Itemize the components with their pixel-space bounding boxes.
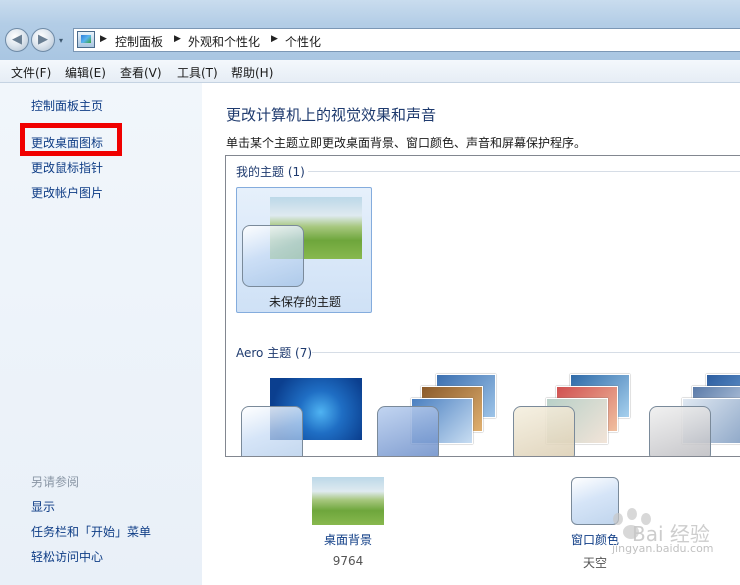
ease-of-access-link[interactable]: 轻松访问中心 (31, 548, 103, 565)
address-bar[interactable]: ▶ 控制面板 ▶ 外观和个性化 ▶ 个性化 (73, 28, 740, 52)
chevron-right-icon[interactable]: ▶ (271, 34, 278, 44)
back-button[interactable]: ◀ (5, 28, 29, 52)
change-account-picture-link[interactable]: 更改帐户图片 (31, 184, 103, 201)
watermark-url: jingyan.baidu.com (612, 542, 714, 555)
breadcrumb-control-panel[interactable]: 控制面板 (115, 33, 163, 50)
recent-pages-chevron-icon[interactable]: ▾ (59, 36, 68, 45)
red-highlight-box (20, 123, 122, 156)
display-link[interactable]: 显示 (31, 498, 55, 515)
theme-gallery[interactable]: 我的主题 (1) 未保存的主题 Aero 主题 (7) (225, 155, 740, 457)
desktop-background-link[interactable]: 桌面背景 (298, 531, 398, 548)
breadcrumb-appearance[interactable]: 外观和个性化 (188, 33, 260, 50)
control-panel-icon (77, 31, 95, 48)
menu-help[interactable]: 帮助(H) (231, 64, 273, 81)
chevron-right-icon[interactable]: ▶ (174, 34, 181, 44)
control-panel-home-link[interactable]: 控制面板主页 (31, 97, 103, 114)
menu-file[interactable]: 文件(F) (11, 64, 51, 81)
change-mouse-pointers-link[interactable]: 更改鼠标指针 (31, 159, 103, 176)
taskbar-start-menu-link[interactable]: 任务栏和「开始」菜单 (31, 523, 151, 540)
chevron-right-icon[interactable]: ▶ (100, 34, 107, 44)
menu-edit[interactable]: 编辑(E) (65, 64, 106, 81)
menu-view[interactable]: 查看(V) (120, 64, 162, 81)
see-also-heading: 另请参阅 (31, 475, 80, 489)
aero-theme-characters-tile[interactable] (512, 372, 640, 456)
page-description: 单击某个主题立即更改桌面背景、窗口颜色、声音和屏幕保护程序。 (226, 136, 587, 150)
my-themes-group-label: 我的主题 (1) (236, 165, 305, 179)
window-color-swatch (377, 406, 439, 456)
aero-themes-group-label: Aero 主题 (7) (236, 346, 313, 360)
window-chrome: ◀ ▶ ▾ ▶ 控制面板 ▶ 外观和个性化 ▶ 个性化 (0, 0, 740, 60)
aero-theme-architecture-tile[interactable] (376, 372, 504, 456)
window-color-swatch (242, 225, 304, 287)
unsaved-theme-label: 未保存的主题 (268, 295, 341, 309)
window-color-swatch (513, 406, 575, 456)
window-color-swatch (649, 406, 711, 456)
paw-icon (613, 513, 623, 525)
forward-button[interactable]: ▶ (31, 28, 55, 52)
unsaved-theme-tile[interactable]: 未保存的主题 (236, 187, 372, 313)
aero-theme-landscapes-tile[interactable] (648, 372, 740, 456)
group-divider (312, 352, 740, 353)
aero-theme-windows7-tile[interactable] (241, 378, 369, 456)
page-title: 更改计算机上的视觉效果和声音 (226, 106, 437, 124)
menu-tools[interactable]: 工具(T) (177, 64, 218, 81)
breadcrumb-personalization[interactable]: 个性化 (285, 33, 321, 50)
menu-bar: 文件(F) 编辑(E) 查看(V) 工具(T) 帮助(H) (0, 60, 740, 83)
desktop-background-value: 9764 (332, 554, 364, 568)
desktop-background-thumbnail[interactable] (312, 477, 384, 525)
window-color-swatch (241, 406, 303, 456)
group-divider (308, 171, 740, 172)
